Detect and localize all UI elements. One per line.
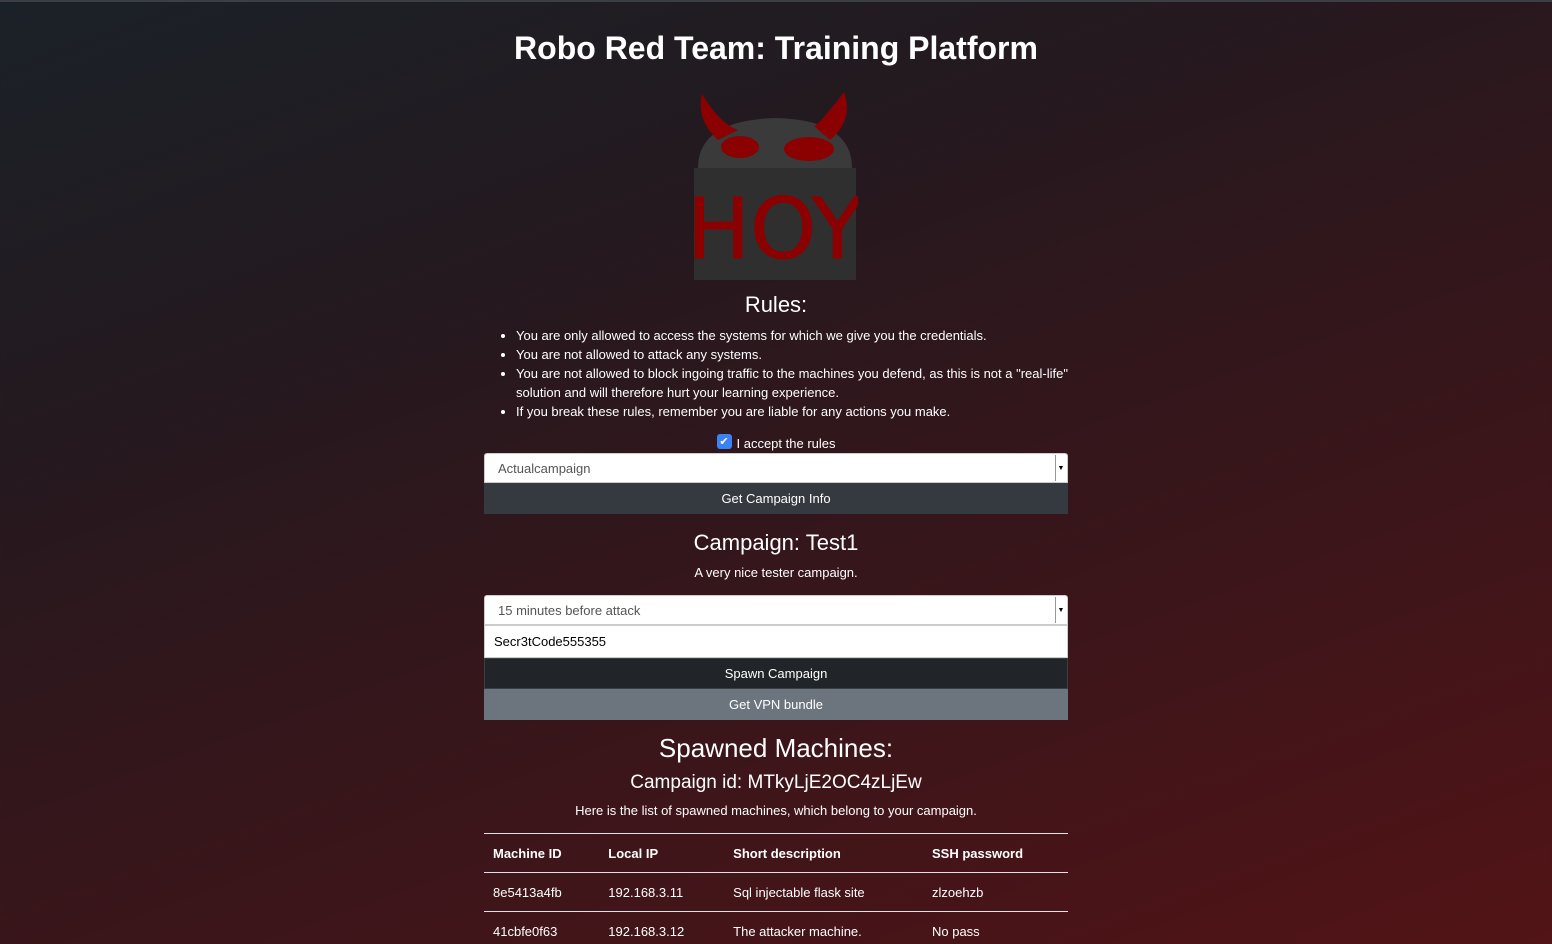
timing-select[interactable]: 15 minutes before attack ▼ bbox=[484, 595, 1068, 625]
short-description-cell: The attacker machine. bbox=[724, 911, 923, 944]
campaign-description: A very nice tester campaign. bbox=[694, 565, 858, 580]
secret-code-input[interactable]: Secr3tCode555355 bbox=[484, 625, 1068, 658]
local-ip-cell: 192.168.3.11 bbox=[599, 872, 725, 912]
chevron-down-icon[interactable]: ▼ bbox=[1055, 597, 1066, 623]
main-container: Robo Red Team: Training Platform HOY Rul… bbox=[484, 2, 1068, 944]
rule-item: You are not allowed to attack any system… bbox=[516, 345, 1068, 364]
get-vpn-bundle-button[interactable]: Get VPN bundle bbox=[484, 689, 1068, 720]
ssh-password-cell: zlzoehzb bbox=[922, 872, 1068, 912]
machines-table: Machine ID Local IP Short description SS… bbox=[484, 833, 1068, 944]
column-header-machine-id: Machine ID bbox=[484, 833, 600, 873]
timing-select-value: 15 minutes before attack bbox=[498, 602, 641, 618]
machine-id-cell: 8e5413a4fb bbox=[484, 872, 600, 912]
short-description-cell: Sql injectable flask site bbox=[724, 872, 923, 912]
machine-id-cell: 41cbfe0f63 bbox=[484, 911, 600, 944]
page-title: Robo Red Team: Training Platform bbox=[514, 30, 1038, 66]
rules-list: You are only allowed to access the syste… bbox=[484, 326, 1068, 421]
column-header-local-ip: Local IP bbox=[599, 833, 725, 873]
rule-item: You are only allowed to access the syste… bbox=[516, 326, 1068, 345]
logo-text: HOY bbox=[694, 180, 858, 278]
campaign-select-value: Actualcampaign bbox=[498, 460, 591, 476]
accept-rules-checkbox[interactable]: ✔ bbox=[716, 433, 732, 449]
campaign-id: Campaign id: MTkyLjE2OC4zLjEw bbox=[630, 772, 922, 793]
table-header-row: Machine ID Local IP Short description SS… bbox=[484, 833, 1068, 873]
campaign-title: Campaign: Test1 bbox=[693, 530, 859, 555]
accept-rules-label[interactable]: I accept the rules bbox=[737, 436, 836, 451]
table-row: 41cbfe0f63 192.168.3.12 The attacker mac… bbox=[484, 911, 1068, 944]
accept-rules-row: ✔ I accept the rules bbox=[484, 433, 1068, 453]
spawned-machines-heading: Spawned Machines: bbox=[658, 733, 894, 763]
spawned-description: Here is the list of spawned machines, wh… bbox=[575, 803, 977, 818]
spawn-campaign-button[interactable]: Spawn Campaign bbox=[484, 658, 1068, 689]
chevron-down-icon[interactable]: ▼ bbox=[1055, 455, 1066, 481]
devil-robot-logo: HOY bbox=[694, 92, 858, 280]
rules-heading: Rules: bbox=[744, 292, 808, 317]
table-row: 8e5413a4fb 192.168.3.11 Sql injectable f… bbox=[484, 872, 1068, 912]
local-ip-cell: 192.168.3.12 bbox=[599, 911, 725, 944]
column-header-short-description: Short description bbox=[724, 833, 923, 873]
column-header-ssh-password: SSH password bbox=[922, 833, 1068, 873]
rule-item: If you break these rules, remember you a… bbox=[516, 402, 1068, 421]
campaign-select[interactable]: Actualcampaign ▼ bbox=[484, 453, 1068, 483]
get-campaign-info-button[interactable]: Get Campaign Info bbox=[484, 483, 1068, 514]
rule-item: You are not allowed to block ingoing tra… bbox=[516, 364, 1068, 402]
ssh-password-cell: No pass bbox=[922, 911, 1068, 944]
